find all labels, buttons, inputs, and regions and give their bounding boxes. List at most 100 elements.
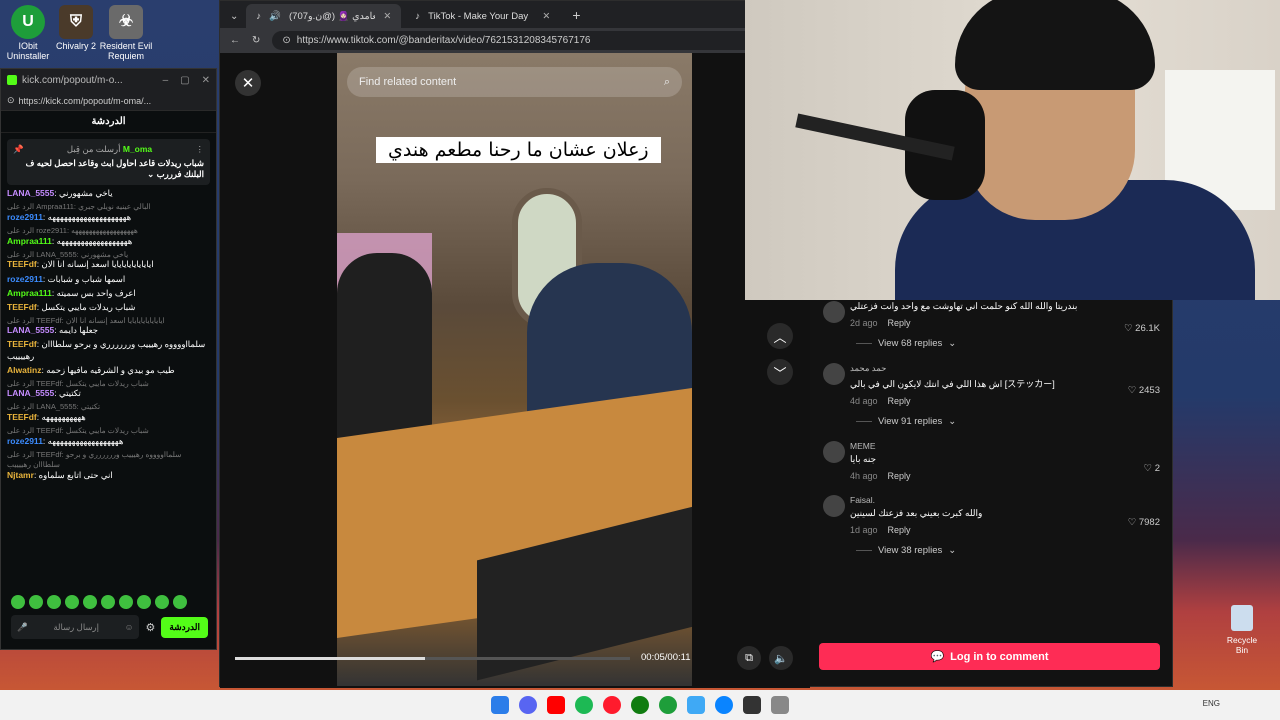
emote-icon[interactable] bbox=[137, 595, 151, 609]
desktop-icon-chivalry[interactable]: ⛨ Chivalry 2 bbox=[48, 5, 104, 52]
lock-icon: ⊙ bbox=[7, 95, 15, 105]
chat-username[interactable]: LANA_5555 bbox=[7, 325, 54, 335]
search-placeholder: Find related content bbox=[359, 76, 457, 88]
tab-close-icon[interactable]: ✕ bbox=[383, 11, 391, 22]
chat-username[interactable]: TEEFdf bbox=[7, 412, 37, 422]
login-to-comment-button[interactable]: 💬 Log in to comment bbox=[819, 643, 1160, 670]
pinned-by-label: أرسلت من قِبل bbox=[66, 144, 121, 154]
chevron-down-icon[interactable]: ﹀ bbox=[767, 359, 793, 385]
chat-username[interactable]: Ampraa111 bbox=[7, 236, 52, 246]
emoji-icon[interactable]: ☺ bbox=[125, 622, 134, 632]
search-icon[interactable]: ⌕ bbox=[664, 76, 670, 89]
tab-close-icon[interactable]: ✕ bbox=[542, 11, 550, 22]
comment-age: 1d ago bbox=[850, 525, 878, 535]
back-arrow-icon[interactable]: ← bbox=[230, 35, 240, 46]
emote-icon[interactable] bbox=[65, 595, 79, 609]
system-tray-language[interactable]: ENG bbox=[1203, 699, 1220, 708]
chat-username[interactable]: LANA_5555 bbox=[7, 188, 54, 198]
tab-list-chevron-icon[interactable]: ⌄ bbox=[226, 11, 242, 28]
pin-icon[interactable]: 📌 bbox=[13, 144, 24, 155]
comment-author[interactable]: MEME bbox=[850, 441, 1160, 451]
avatar[interactable] bbox=[823, 301, 845, 323]
chat-input[interactable]: 🎤 إرسال رسالة ☺ bbox=[11, 615, 140, 639]
chat-username[interactable]: LANA_5555 bbox=[7, 388, 54, 398]
picture-in-picture-icon[interactable]: ⧉ bbox=[737, 646, 761, 670]
close-icon[interactable]: ✕ bbox=[202, 75, 210, 86]
opera-icon[interactable] bbox=[603, 696, 621, 714]
emote-icon[interactable] bbox=[173, 595, 187, 609]
tab-tiktok-home[interactable]: ♪ TikTok - Make Your Day ✕ bbox=[405, 4, 560, 28]
reply-button[interactable]: Reply bbox=[888, 471, 911, 481]
desktop-icon-recycle-bin[interactable]: Recycle Bin bbox=[1220, 605, 1264, 655]
chat-username[interactable]: Ampraa111 bbox=[7, 288, 52, 298]
steam-icon[interactable] bbox=[743, 696, 761, 714]
kick-url-bar[interactable]: ⊙ https://kick.com/popout/m-oma/... bbox=[1, 91, 216, 111]
discord-icon[interactable] bbox=[519, 696, 537, 714]
chat-username[interactable]: roze2911 bbox=[7, 274, 43, 284]
start-windows-icon[interactable] bbox=[491, 696, 509, 714]
more-icon[interactable]: ⋮ bbox=[195, 144, 204, 155]
chat-username[interactable]: Njtamr bbox=[7, 470, 34, 480]
chat-username[interactable]: TEEFdf bbox=[7, 259, 37, 269]
avatar[interactable] bbox=[823, 495, 845, 517]
like-count: 2 bbox=[1154, 463, 1160, 474]
spotify-icon[interactable] bbox=[575, 696, 593, 714]
new-tab-icon[interactable]: + bbox=[564, 7, 588, 28]
edge-icon[interactable] bbox=[715, 696, 733, 714]
avatar[interactable] bbox=[823, 441, 845, 463]
view-replies-button[interactable]: View 68 replies ⌄ bbox=[856, 338, 1160, 349]
comment-author[interactable]: Faisal. bbox=[850, 495, 1160, 505]
comment-item: MEME جنه بايا 4h ago Reply ♡ 2 bbox=[820, 441, 1160, 481]
chat-username[interactable]: TEEFdf bbox=[7, 339, 37, 349]
tab-tiktok-profile[interactable]: ♪ 🔊 (محمد العامدي 🧕🏻 (@ن.و707 ✕ bbox=[246, 4, 402, 28]
file-explorer-icon[interactable] bbox=[687, 696, 705, 714]
video-progress-bar[interactable] bbox=[235, 657, 630, 660]
chat-username[interactable]: roze2911 bbox=[7, 212, 43, 222]
reply-button[interactable]: Reply bbox=[888, 525, 911, 535]
minimize-icon[interactable]: – bbox=[163, 75, 169, 86]
emote-icon[interactable] bbox=[83, 595, 97, 609]
pinned-user[interactable]: M_oma bbox=[123, 144, 152, 154]
chat-username[interactable]: TEEFdf bbox=[7, 302, 37, 312]
send-chat-button[interactable]: الدردشة bbox=[161, 616, 208, 638]
settings-icon[interactable] bbox=[771, 696, 789, 714]
youtube-icon[interactable] bbox=[547, 696, 565, 714]
view-replies-button[interactable]: View 38 replies ⌄ bbox=[856, 545, 1160, 556]
volume-icon[interactable]: 🔈 bbox=[769, 646, 793, 670]
emote-icon[interactable] bbox=[101, 595, 115, 609]
pinned-text: شباب ريدلات قاعد احاول ابث وقاعد احصل لح… bbox=[25, 158, 204, 180]
view-replies-button[interactable]: View 91 replies ⌄ bbox=[856, 416, 1160, 427]
chat-username[interactable]: Alwatinz bbox=[7, 365, 41, 375]
avatar[interactable] bbox=[823, 363, 845, 385]
chevron-up-icon[interactable]: ︿ bbox=[767, 323, 793, 349]
maximize-icon[interactable]: ▢ bbox=[180, 75, 189, 86]
like-button[interactable]: ♡ 2453 bbox=[1128, 385, 1160, 396]
mic-icon[interactable]: 🎤 bbox=[17, 622, 28, 633]
emote-icon[interactable] bbox=[119, 595, 133, 609]
like-button[interactable]: ♡ 2 bbox=[1144, 463, 1160, 474]
speaker-icon[interactable]: 🔊 bbox=[269, 11, 281, 22]
desktop-icon-resident-evil[interactable]: ☣ Resident Evil Requiem bbox=[98, 5, 154, 62]
kick-titlebar: kick.com/popout/m-o... – ▢ ✕ bbox=[1, 69, 216, 91]
chat-username[interactable]: roze2911 bbox=[7, 436, 43, 446]
comment-author[interactable]: حمد محمد bbox=[850, 363, 1160, 374]
xbox-icon[interactable] bbox=[631, 696, 649, 714]
emote-icon[interactable] bbox=[155, 595, 169, 609]
like-button[interactable]: ♡ 7982 bbox=[1128, 517, 1160, 528]
emote-icon[interactable] bbox=[29, 595, 43, 609]
close-icon[interactable]: ✕ bbox=[235, 70, 261, 96]
like-button[interactable]: ♡ 26.1K bbox=[1124, 323, 1160, 334]
emote-icon[interactable] bbox=[11, 595, 25, 609]
video-player[interactable]: Find related content ⌕ زعلان عشان ما رحن… bbox=[337, 53, 692, 686]
kick-url: https://kick.com/popout/m-oma/... bbox=[18, 95, 152, 106]
site-info-icon[interactable]: ⊙ bbox=[282, 35, 290, 46]
emote-icon[interactable] bbox=[47, 595, 61, 609]
comment-age: 4h ago bbox=[850, 471, 878, 481]
related-search-input[interactable]: Find related content ⌕ bbox=[347, 67, 682, 97]
chevron-down-icon[interactable]: ⌄ bbox=[147, 169, 154, 179]
reply-button[interactable]: Reply bbox=[888, 396, 911, 406]
reply-button[interactable]: Reply bbox=[888, 318, 911, 328]
reload-icon[interactable]: ↻ bbox=[252, 35, 260, 46]
settings-gear-icon[interactable]: ⚙ bbox=[145, 621, 155, 634]
iobit-icon[interactable] bbox=[659, 696, 677, 714]
